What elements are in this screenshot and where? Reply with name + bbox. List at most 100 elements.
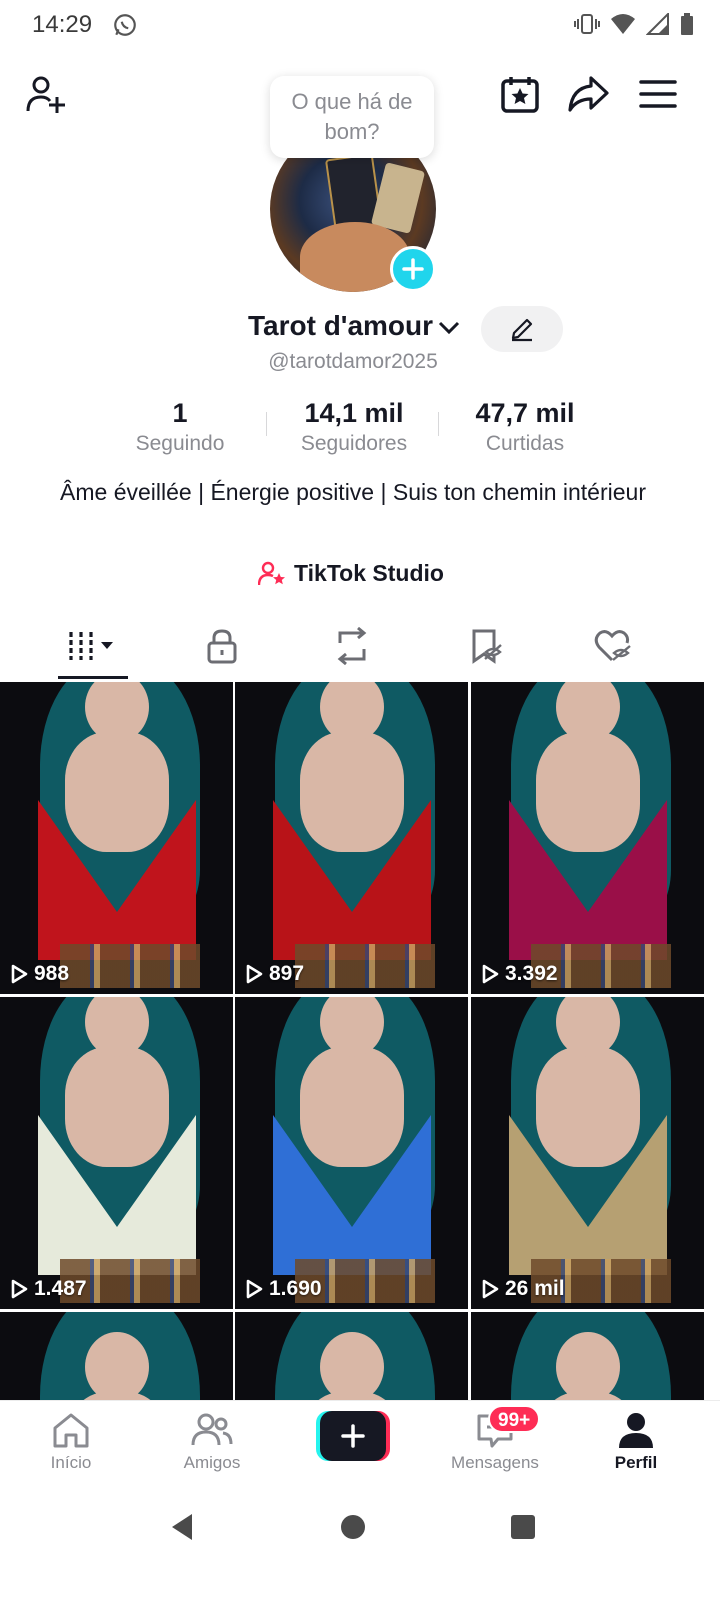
stat-label: Seguindo [135,432,225,455]
tab-liked[interactable] [549,612,679,680]
video-view-count: 3.392 [481,962,558,986]
video-view-count: 988 [10,962,69,986]
nav-home-label: Início [50,1453,92,1472]
edit-profile-button[interactable] [481,306,563,352]
recents-icon[interactable] [510,1514,536,1540]
video-thumbnail[interactable]: 26 mil [471,997,704,1309]
nav-messages-label: Mensagens [451,1453,539,1472]
home-circle-icon[interactable] [340,1514,366,1540]
play-icon [246,964,263,984]
view-count-label: 1.690 [269,1277,322,1300]
video-thumbnail[interactable] [0,1312,233,1400]
play-icon [11,964,28,984]
home-icon [53,1413,89,1448]
video-thumbnail[interactable]: 1.690 [235,997,468,1309]
add-user-icon [26,76,65,113]
repost-icon [337,627,367,665]
signal-icon [646,13,669,35]
video-view-count: 897 [245,962,304,986]
video-thumbnail[interactable] [471,1312,704,1400]
create-button[interactable] [316,1411,390,1461]
play-icon [246,1279,263,1299]
video-thumbnail[interactable]: 1.487 [0,997,233,1309]
status-prompt-tooltip[interactable]: O que há de bom? [270,76,434,158]
play-icon [482,964,499,984]
creator-star-icon [258,561,285,585]
nav-friends[interactable]: Amigos [157,1411,267,1473]
status-time: 14:29 [32,11,93,38]
profile-name[interactable]: Tarot d'amour [248,310,433,342]
profile-tabs [0,612,720,682]
thumbnail-tarot-cards [295,944,435,988]
pencil-icon [511,318,533,342]
play-icon [482,1279,499,1299]
profile-bio: Âme éveillée | Énergie positive | Suis t… [60,479,646,505]
stat-followers[interactable]: 14,1 mil Seguidores [264,396,444,458]
hidden-bookmark-icon [472,629,502,664]
tab-favorites[interactable] [421,612,551,680]
back-icon[interactable] [168,1512,196,1542]
create-button-face [320,1411,386,1461]
view-count-label: 897 [269,962,305,985]
stat-value: 1 [172,398,188,428]
share-icon [568,76,609,112]
video-thumbnail[interactable]: 3.392 [471,682,704,994]
nav-home[interactable]: Início [16,1411,126,1473]
menu-button[interactable] [636,72,680,116]
stat-likes[interactable]: 47,7 mil Curtidas [435,396,615,458]
thumbnail-figure [300,1047,404,1167]
stat-label: Seguidores [300,432,408,455]
thumbnail-figure [536,732,640,852]
tiktok-studio-link[interactable]: TikTok Studio [258,560,444,587]
wifi-icon [611,14,635,34]
avatar-tarot-card [370,162,426,234]
add-friend-button[interactable] [24,72,68,116]
video-thumbnail[interactable] [235,1312,468,1400]
hamburger-menu-icon [639,80,677,108]
thumbnail-tarot-cards [60,944,200,988]
stat-following[interactable]: 1 Seguindo [90,396,270,458]
bottom-navigation: Início Amigos Mensagens 99+ Perfil [0,1400,720,1484]
profile-stats: 1 Seguindo 14,1 mil Seguidores 47,7 mil … [0,396,720,460]
share-profile-button[interactable] [566,72,610,116]
video-thumbnail[interactable]: 988 [0,682,233,994]
hidden-liked-icon [594,630,631,662]
stat-value: 47,7 mil [475,398,575,428]
play-icon [11,1279,28,1299]
video-thumbnail[interactable]: 897 [235,682,468,994]
video-view-count: 1.690 [245,1277,322,1301]
system-navigation [0,1484,720,1600]
thumbnail-face [85,1332,149,1400]
thumbnail-figure [65,732,169,852]
calendar-star-icon [501,77,539,113]
friends-icon [191,1413,233,1446]
thumbnail-figure [300,732,404,852]
tab-videos[interactable] [28,612,158,680]
vibrate-icon [574,14,600,34]
tab-reposts[interactable] [287,612,417,680]
thumbnail-figure [65,1047,169,1167]
nav-profile[interactable]: Perfil [581,1411,691,1473]
nav-profile-label: Perfil [614,1453,658,1472]
video-grid: 988 897 3.392 1.487 1.690 26 mil [0,682,706,1400]
messages-badge: 99+ [488,1405,541,1433]
thumbnail-face [556,1332,620,1400]
whatsapp-icon [114,14,136,36]
nav-friends-label: Amigos [183,1453,241,1472]
stat-value: 14,1 mil [304,398,404,428]
view-count-label: 988 [34,962,70,985]
thumbnail-figure [536,1047,640,1167]
plus-icon [341,1424,365,1448]
add-story-button[interactable] [390,246,436,292]
chevron-down-icon[interactable] [437,320,461,336]
plus-icon [402,258,424,280]
view-count-label: 26 mil [505,1277,565,1300]
battery-icon [681,13,693,35]
video-view-count: 26 mil [481,1277,565,1301]
tab-private[interactable] [157,612,287,680]
status-bar: 14:29 [0,0,720,50]
thumbnail-face [320,1332,384,1400]
active-tab-indicator [58,676,128,679]
events-button[interactable] [498,72,542,116]
video-view-count: 1.487 [10,1277,87,1301]
